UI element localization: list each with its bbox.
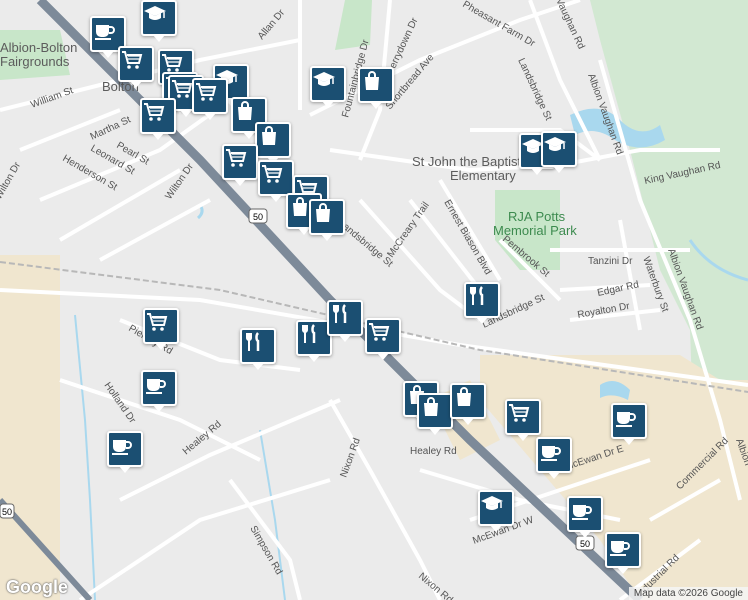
park-label-line1: RJA Potts xyxy=(508,209,566,224)
poi-marker-shopping[interactable] xyxy=(192,78,228,120)
street-label-tanzini: Tanzini Dr xyxy=(588,256,633,267)
poi-marker-coffee[interactable] xyxy=(611,403,647,445)
poi-marker-shopping[interactable] xyxy=(365,318,401,360)
poi-marker-school[interactable] xyxy=(141,0,177,42)
poi-marker-shopping[interactable] xyxy=(222,144,258,186)
poi-marker-restaurant[interactable] xyxy=(464,282,500,324)
svg-text:50: 50 xyxy=(580,539,590,549)
poi-marker-school[interactable] xyxy=(310,66,346,108)
poi-marker-store[interactable] xyxy=(417,393,453,435)
google-logo: Google xyxy=(6,577,68,597)
highway-shield-bottom: 50 xyxy=(575,535,595,551)
svg-text:50: 50 xyxy=(2,507,12,517)
map-canvas[interactable]: 50 50 50 Albion-Bolton Fairgrounds Bolto… xyxy=(0,0,748,600)
poi-marker-coffee[interactable] xyxy=(567,496,603,538)
fairgrounds-label-line2: Fairgrounds xyxy=(0,54,70,69)
school-label-line1: St John the Baptist xyxy=(412,154,522,169)
poi-marker-shopping[interactable] xyxy=(140,98,176,140)
school-label-line2: Elementary xyxy=(450,168,516,183)
poi-marker-restaurant[interactable] xyxy=(240,328,276,370)
street-label-healey-east: Healey Rd xyxy=(410,446,457,457)
poi-marker-store[interactable] xyxy=(255,122,291,164)
highway-shield-top: 50 xyxy=(248,208,268,224)
poi-marker-shopping[interactable] xyxy=(118,46,154,88)
poi-marker-shopping[interactable] xyxy=(258,160,294,202)
poi-marker-store[interactable] xyxy=(309,199,345,241)
fairgrounds-label-line1: Albion-Bolton xyxy=(0,40,77,55)
svg-text:50: 50 xyxy=(253,212,263,222)
poi-marker-school[interactable] xyxy=(478,490,514,532)
poi-marker-coffee[interactable] xyxy=(536,437,572,479)
poi-marker-school[interactable] xyxy=(541,131,577,173)
poi-marker-coffee[interactable] xyxy=(605,532,641,574)
poi-marker-coffee[interactable] xyxy=(141,370,177,412)
poi-marker-coffee[interactable] xyxy=(107,431,143,473)
poi-marker-restaurant[interactable] xyxy=(327,300,363,342)
poi-marker-shopping[interactable] xyxy=(143,308,179,350)
highway-shield-left: 50 xyxy=(0,503,15,519)
poi-marker-shopping[interactable] xyxy=(505,399,541,441)
poi-marker-store[interactable] xyxy=(358,67,394,109)
map-attribution: Map data ©2026 Google xyxy=(628,587,748,600)
industrial-area-west xyxy=(0,255,60,600)
poi-marker-store[interactable] xyxy=(450,383,486,425)
